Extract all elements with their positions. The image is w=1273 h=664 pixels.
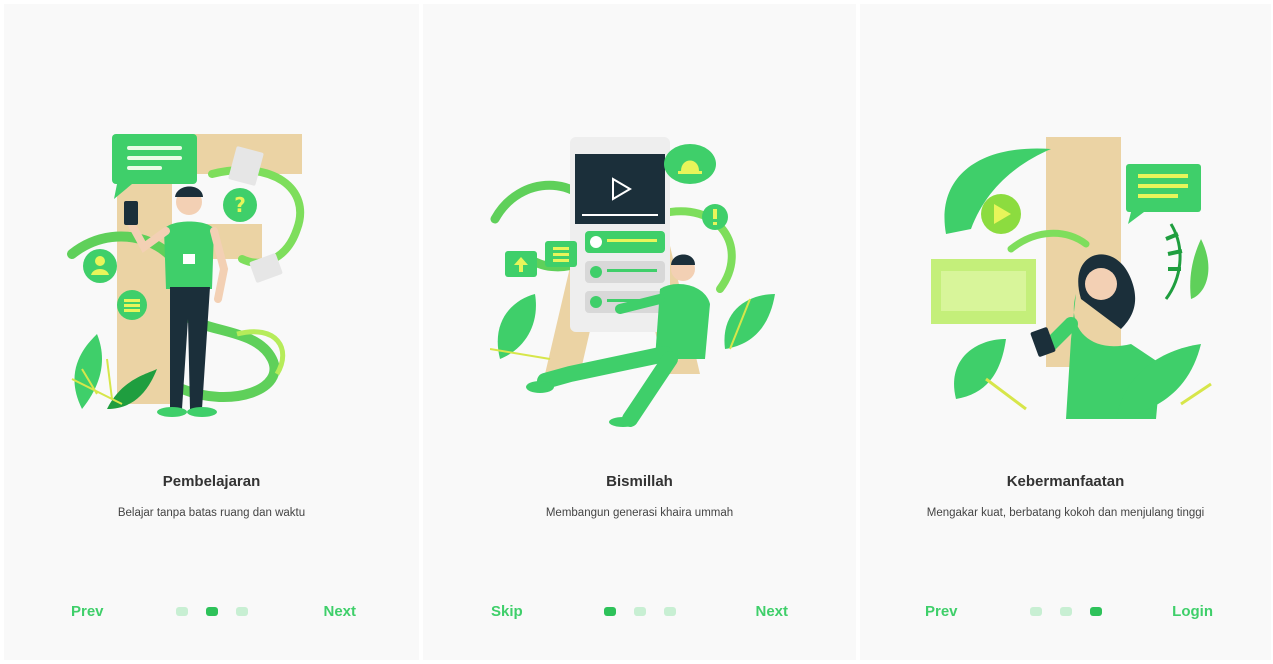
page-dot-3[interactable] xyxy=(1089,607,1102,616)
login-button[interactable]: Login xyxy=(1172,603,1213,620)
onboarding-screen-2: Bismillah Membangun generasi khaira umma… xyxy=(423,4,856,660)
page-dot-2[interactable] xyxy=(633,607,646,616)
page-dot-2[interactable] xyxy=(205,607,218,616)
illustration-benefit xyxy=(916,119,1216,429)
list-icon xyxy=(116,290,147,320)
page-dot-3[interactable] xyxy=(663,607,676,616)
user-icon xyxy=(82,249,117,283)
play-icon xyxy=(980,194,1021,234)
upload-icon xyxy=(504,251,537,277)
page-dot-1[interactable] xyxy=(175,607,188,616)
screen-subtitle: Membangun generasi khaira ummah xyxy=(545,507,734,519)
prev-button[interactable]: Prev xyxy=(71,603,104,620)
page-indicator xyxy=(175,607,248,616)
next-button[interactable]: Next xyxy=(755,603,788,620)
page-indicator xyxy=(1029,607,1102,616)
illustration-learning: ? xyxy=(62,119,362,429)
screen-title: Bismillah xyxy=(606,473,673,490)
next-button[interactable]: Next xyxy=(323,603,356,620)
bell-icon xyxy=(663,144,716,184)
illustration-video xyxy=(489,119,790,429)
screen-title: Pembelajaran xyxy=(162,473,261,490)
prev-button[interactable]: Prev xyxy=(925,603,958,620)
phone-icon xyxy=(123,201,138,225)
screen-title: Kebermanfaatan xyxy=(1006,473,1125,490)
chat-bubble-icon xyxy=(1125,164,1201,224)
svg-text:?: ? xyxy=(234,193,246,217)
page-dot-3[interactable] xyxy=(235,607,248,616)
onboarding-screen-3: Kebermanfaatan Mengakar kuat, berbatang … xyxy=(860,4,1271,660)
screen-subtitle: Belajar tanpa batas ruang dan waktu xyxy=(117,507,306,519)
play-icon xyxy=(574,154,665,224)
skip-button[interactable]: Skip xyxy=(491,603,523,620)
page-indicator xyxy=(603,607,676,616)
onboarding-screen-1: ? Pembelajaran Belajar tanpa batas ruang… xyxy=(4,4,419,660)
screen-subtitle: Mengakar kuat, berbatang kokoh dan menju… xyxy=(926,507,1205,519)
learning-illustration-svg: ? xyxy=(66,134,304,417)
list-icon xyxy=(544,241,577,267)
video-illustration-svg xyxy=(489,137,775,427)
exclamation-icon xyxy=(701,204,728,230)
benefit-illustration-svg xyxy=(930,137,1212,419)
page-dot-1[interactable] xyxy=(1029,607,1042,616)
page-dot-2[interactable] xyxy=(1059,607,1072,616)
page-dot-1[interactable] xyxy=(603,607,616,616)
monitor-icon xyxy=(930,259,1036,324)
question-icon: ? xyxy=(222,188,257,222)
